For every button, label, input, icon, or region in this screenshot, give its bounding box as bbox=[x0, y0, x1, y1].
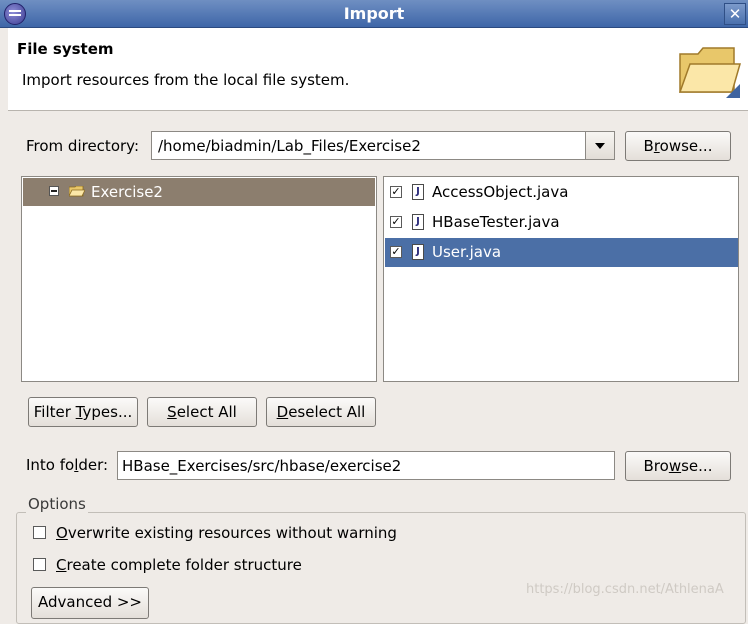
into-folder-value: HBase_Exercises/src/hbase/exercise2 bbox=[122, 457, 402, 475]
deselect-all-button[interactable]: Deselect All bbox=[266, 397, 376, 427]
file-checkbox[interactable]: ✓ bbox=[390, 246, 402, 258]
file-item-accessobject[interactable]: ✓ J AccessObject.java bbox=[385, 178, 738, 207]
wizard-header: File system Import resources from the lo… bbox=[8, 28, 748, 111]
java-file-icon: J bbox=[412, 184, 424, 200]
from-directory-label: From directory: bbox=[26, 137, 139, 155]
chevron-down-icon[interactable] bbox=[585, 132, 614, 159]
create-structure-label: Create complete folder structure bbox=[56, 556, 302, 574]
collapse-icon[interactable] bbox=[49, 186, 59, 196]
file-item-hbasetester[interactable]: ✓ J HBaseTester.java bbox=[385, 208, 738, 237]
watermark: https://blog.csdn.net/AthlenaA bbox=[526, 582, 724, 597]
into-folder-label: Into folder: bbox=[26, 456, 109, 474]
folder-open-icon bbox=[678, 47, 741, 98]
title-bar: Import ✕ bbox=[0, 0, 748, 28]
select-all-button[interactable]: Select All bbox=[147, 397, 257, 427]
folder-icon bbox=[69, 186, 85, 197]
browse-folder-button[interactable]: Browse... bbox=[625, 451, 731, 481]
file-name: HBaseTester.java bbox=[432, 213, 560, 231]
file-list[interactable]: ✓ J AccessObject.java ✓ J HBaseTester.ja… bbox=[383, 176, 739, 382]
tree-item-exercise2[interactable]: Exercise2 bbox=[23, 178, 375, 206]
window-title: Import bbox=[343, 4, 405, 23]
into-folder-field[interactable]: HBase_Exercises/src/hbase/exercise2 bbox=[117, 451, 615, 480]
tree-item-label: Exercise2 bbox=[91, 183, 163, 201]
file-checkbox[interactable]: ✓ bbox=[390, 186, 402, 198]
from-directory-combo[interactable]: /home/biadmin/Lab_Files/Exercise2 bbox=[151, 131, 615, 160]
folder-tree[interactable]: Exercise2 bbox=[21, 176, 377, 382]
filter-types-button[interactable]: Filter Types... bbox=[28, 397, 138, 427]
java-file-icon: J bbox=[412, 214, 424, 230]
advanced-button[interactable]: Advanced >> bbox=[31, 587, 149, 619]
browse-directory-button[interactable]: Browse... bbox=[625, 131, 731, 161]
file-item-user[interactable]: ✓ J User.java bbox=[385, 238, 738, 267]
options-group-label: Options bbox=[26, 495, 88, 513]
file-name: User.java bbox=[432, 243, 502, 261]
create-structure-checkbox[interactable] bbox=[33, 558, 46, 571]
file-name: AccessObject.java bbox=[432, 183, 569, 201]
from-directory-value: /home/biadmin/Lab_Files/Exercise2 bbox=[158, 137, 421, 155]
overwrite-label: Overwrite existing resources without war… bbox=[56, 524, 397, 542]
java-file-icon: J bbox=[412, 244, 424, 260]
page-title: File system bbox=[17, 40, 114, 58]
close-icon[interactable]: ✕ bbox=[724, 3, 746, 25]
overwrite-checkbox[interactable] bbox=[33, 526, 46, 539]
file-checkbox[interactable]: ✓ bbox=[390, 216, 402, 228]
page-description: Import resources from the local file sys… bbox=[22, 71, 350, 89]
